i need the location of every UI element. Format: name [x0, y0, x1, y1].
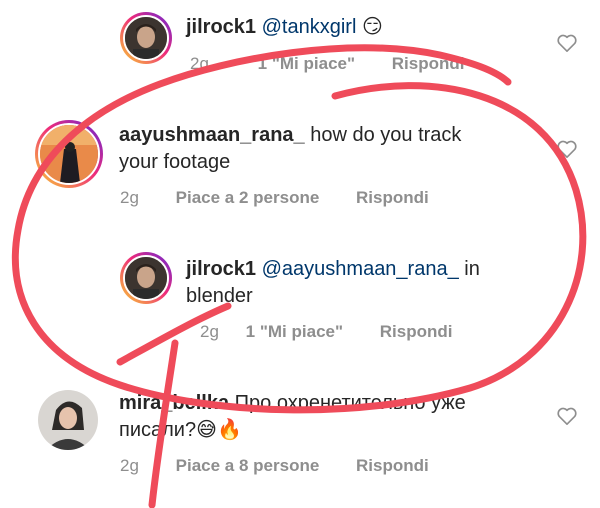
- emoji: 😅🔥: [196, 419, 242, 441]
- username[interactable]: mira_bellka: [119, 392, 229, 414]
- reply-button[interactable]: Rispondi: [392, 54, 465, 73]
- likes-count[interactable]: Piace a 2 persone: [176, 188, 320, 207]
- username[interactable]: aayushmaan_rana_: [119, 124, 305, 146]
- annotation-circle: [11, 44, 587, 414]
- comment-text-continued: писали?: [119, 419, 197, 441]
- comment-time: 2g: [120, 188, 139, 207]
- comment-time: 2g: [190, 54, 209, 73]
- avatar[interactable]: [120, 252, 172, 304]
- comment-text-continued: blender: [186, 285, 253, 307]
- comment-time: 2g: [120, 456, 139, 475]
- likes-count[interactable]: 1 "Mi piace": [246, 322, 343, 341]
- reply-button[interactable]: Rispondi: [380, 322, 453, 341]
- heart-icon[interactable]: [556, 139, 578, 159]
- emoji: 😏: [361, 16, 383, 38]
- avatar-photo-icon: [125, 17, 167, 59]
- avatar[interactable]: [35, 120, 103, 188]
- heart-icon[interactable]: [556, 33, 578, 53]
- avatar[interactable]: [38, 390, 98, 450]
- comment-text: Про охренетительно уже: [234, 392, 466, 414]
- mention-link[interactable]: @aayushmaan_rana_: [262, 258, 459, 280]
- reply-button[interactable]: Rispondi: [356, 188, 429, 207]
- avatar-photo-icon: [38, 390, 98, 450]
- username[interactable]: jilrock1: [186, 258, 256, 280]
- comment-text: how do you track: [310, 124, 462, 146]
- likes-count[interactable]: Piace a 8 persone: [176, 456, 320, 475]
- username[interactable]: jilrock1: [186, 16, 256, 38]
- avatar-photo-icon: [125, 257, 167, 299]
- comment-text: in: [464, 258, 480, 280]
- comment-time: 2g: [200, 322, 219, 341]
- avatar-photo-icon: [40, 125, 98, 183]
- heart-icon[interactable]: [556, 406, 578, 426]
- likes-count[interactable]: 1 "Mi piace": [258, 54, 355, 73]
- comment-text-continued: your footage: [119, 151, 231, 173]
- mention-link[interactable]: @tankxgirl: [262, 16, 357, 38]
- reply-button[interactable]: Rispondi: [356, 456, 429, 475]
- avatar[interactable]: [120, 12, 172, 64]
